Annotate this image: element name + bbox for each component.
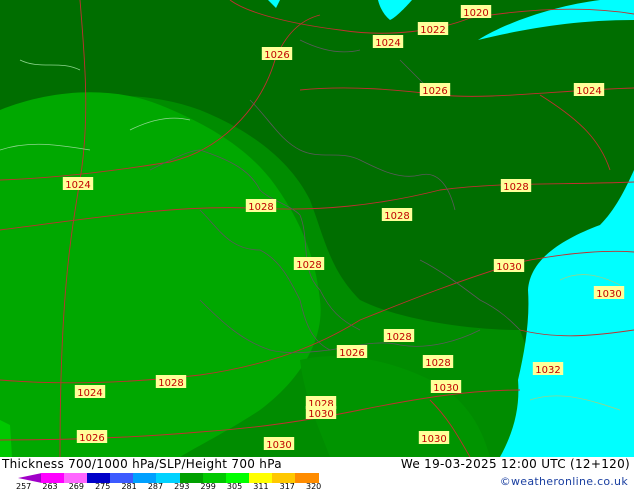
pressure-label-text: 1028 [248, 202, 273, 213]
pressure-label: 1024 [372, 35, 404, 49]
pressure-label-text: 1030 [496, 262, 521, 273]
pressure-label-text: 1024 [77, 388, 102, 399]
pressure-label: 1028 [155, 375, 187, 389]
pressure-label: 1020 [460, 5, 492, 19]
pressure-label: 1030 [418, 431, 450, 445]
pressure-label: 1028 [500, 179, 532, 193]
pressure-label: 1024 [74, 385, 106, 399]
pressure-label-text: 1022 [420, 25, 445, 36]
pressure-label-text: 1026 [264, 50, 289, 61]
pressure-label-text: 1028 [425, 358, 450, 369]
pressure-label-text: 1030 [308, 409, 333, 420]
pressure-labels: 1020 1022 1024 1026 1026 1024 1024 1028 1028 1028… [62, 5, 625, 451]
pressure-label: 1026 [336, 345, 368, 359]
pressure-label: 1030 [305, 406, 337, 420]
pressure-label-text: 1028 [384, 211, 409, 222]
pressure-label-text: 1026 [422, 86, 447, 97]
pressure-label-text: 1020 [463, 8, 488, 19]
pressure-label: 1026 [76, 430, 108, 444]
weather-map-view: 1020 1022 1024 1026 1026 1024 1024 1028 1028 1028… [0, 0, 634, 492]
pressure-label: 1022 [417, 22, 449, 36]
pressure-label-text: 1024 [375, 38, 400, 49]
pressure-label: 1028 [422, 355, 454, 369]
pressure-label: 1028 [293, 257, 325, 271]
pressure-label-text: 1028 [386, 332, 411, 343]
color-scale-labels: 257 263 269 275 281 287 293 299 305 311 317 320 [16, 482, 328, 492]
pressure-label-text: 1024 [65, 180, 90, 191]
map-title: Thickness 700/1000 hPa/SLP/Height 700 hP… [2, 457, 282, 471]
pressure-label: 1030 [430, 380, 462, 394]
pressure-label: 1030 [493, 259, 525, 273]
map-footer: Thickness 700/1000 hPa/SLP/Height 700 hP… [0, 457, 634, 492]
pressure-label-text: 1026 [79, 433, 104, 444]
pressure-label: 1030 [263, 437, 295, 451]
pressure-label: 1024 [573, 83, 605, 97]
pressure-label-text: 1030 [433, 383, 458, 394]
pressure-label: 1032 [532, 362, 564, 376]
pressure-label: 1026 [261, 47, 293, 61]
pressure-label-text: 1030 [421, 434, 446, 445]
pressure-label-text: 1028 [158, 378, 183, 389]
pressure-label: 1024 [62, 177, 94, 191]
pressure-label-text: 1028 [503, 182, 528, 193]
pressure-label-text: 1026 [339, 348, 364, 359]
pressure-label: 1028 [383, 329, 415, 343]
pressure-label: 1030 [593, 286, 625, 300]
valid-time: We 19-03-2025 12:00 UTC (12+120) [400, 457, 630, 471]
pressure-label: 1026 [419, 83, 451, 97]
pressure-label-text: 1030 [596, 289, 621, 300]
pressure-label: 1028 [245, 199, 277, 213]
pressure-label-text: 1024 [576, 86, 601, 97]
pressure-label-text: 1032 [535, 365, 560, 376]
pressure-label-text: 1030 [266, 440, 291, 451]
pressure-label: 1028 [381, 208, 413, 222]
credit-link[interactable]: ©weatheronline.co.uk [500, 475, 628, 488]
pressure-label-text: 1028 [296, 260, 321, 271]
